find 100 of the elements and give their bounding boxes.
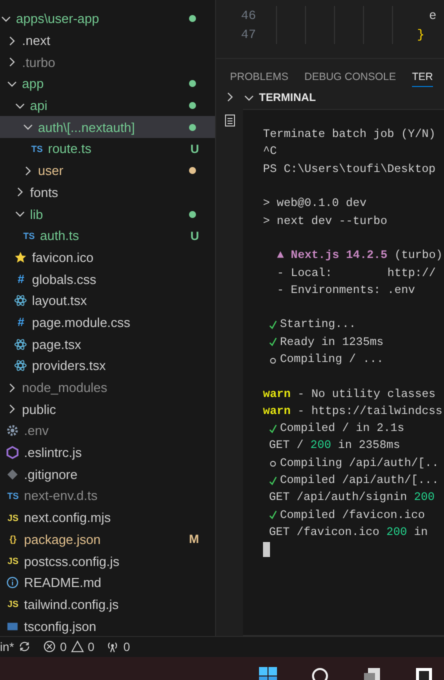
gear-icon [6, 424, 19, 438]
panel-tab[interactable]: PROBLEMS [230, 71, 288, 87]
git-status-letter: U [190, 228, 199, 243]
file-name: .turbo [22, 54, 56, 70]
tree-item[interactable]: tsconfig.json [0, 615, 215, 637]
tree-item[interactable]: TS auth.ts U [0, 224, 215, 247]
git-status-letter: U [190, 142, 199, 156]
panel-tab[interactable]: DEBUG CONSOLE [304, 71, 396, 87]
tree-item[interactable]: JS tailwind.config.js [0, 594, 215, 616]
file-name: .next [22, 33, 50, 48]
terminal-line: - Local: http:// [277, 266, 436, 280]
atom-icon [14, 294, 27, 308]
file-name: page.tsx [32, 336, 82, 352]
terminal-line: warn - https://tailwindcss [263, 404, 442, 418]
file-name: .eslintrc.js [24, 445, 82, 460]
file-name: tailwind.config.js [24, 596, 119, 612]
tree-item[interactable]: favicon.ico [0, 246, 215, 268]
file-name: layout.tsx [32, 293, 87, 308]
tree-item[interactable]: .gitignore [0, 463, 215, 486]
file-name: postcss.config.js [24, 554, 120, 569]
file-type-icon: # [14, 315, 28, 330]
panel-tab[interactable]: TER [412, 71, 433, 87]
star-icon [14, 250, 27, 264]
tree-item[interactable]: .eslintrc.js [0, 442, 215, 464]
terminal-line: Compiling / ... [280, 353, 384, 366]
branch-name[interactable]: in* [0, 640, 14, 654]
tree-item[interactable]: user [0, 160, 215, 182]
terminal-line: Compiled / in 2.1s [280, 422, 404, 436]
file-name: next.config.mjs [24, 510, 111, 526]
clipboard-icon[interactable] [224, 113, 236, 127]
file-name: node_modules [22, 380, 108, 396]
file-name: .env [24, 423, 49, 438]
terminal-line: Compiled /favicon.ico [280, 508, 425, 522]
tree-item[interactable]: README.md [0, 572, 215, 594]
file-name: app [22, 76, 44, 92]
file-name: lib [30, 206, 44, 222]
tree-item[interactable]: app [0, 73, 215, 95]
git-status-dot [189, 124, 196, 131]
tree-item[interactable]: {} package.json M [0, 528, 215, 550]
git-status-dot [189, 210, 196, 218]
file-name: route.ts [48, 141, 92, 156]
file-name: apps\user-app [16, 11, 100, 26]
tree-item[interactable]: apps\user-app [0, 8, 215, 30]
error-icon[interactable] [43, 640, 56, 654]
tree-item[interactable]: JS next.config.mjs [0, 506, 215, 528]
code-text: e [429, 8, 437, 22]
sync-icon[interactable] [18, 640, 32, 654]
terminal-title: TERMINAL [259, 92, 316, 104]
app-icon[interactable] [414, 666, 434, 680]
warning-count[interactable]: 0 [88, 640, 94, 654]
tree-item[interactable]: public [0, 398, 215, 420]
hexagon-icon [6, 446, 19, 460]
file-name: auth.ts [40, 228, 80, 244]
file-type-icon: TS [30, 144, 44, 154]
text-cursor [263, 542, 270, 558]
tree-item[interactable]: # page.module.css [0, 312, 215, 334]
file-name: public [22, 402, 56, 417]
tree-item[interactable]: TS route.ts U [0, 138, 215, 160]
search-icon[interactable] [310, 666, 330, 680]
atom-icon [14, 338, 27, 351]
git-status-dot [189, 15, 196, 22]
broadcast-icon[interactable] [106, 640, 120, 654]
tree-item[interactable]: fonts [0, 182, 215, 204]
terminal-line: PS C:\Users\toufi\Desktop [263, 162, 436, 176]
check-icon [269, 318, 277, 331]
file-type-icon: TS [6, 490, 20, 501]
tree-item[interactable]: lib [0, 203, 215, 225]
ports-count[interactable]: 0 [123, 640, 130, 654]
file-name: api [30, 98, 48, 114]
terminal-line: GET /api/auth/signin 200 [269, 491, 435, 504]
tree-item[interactable]: layout.tsx [0, 290, 215, 312]
tree-item[interactable]: .turbo [0, 51, 215, 74]
file-type-icon: JS [6, 599, 20, 610]
line-number: 46 [240, 8, 257, 22]
file-name: page.module.css [32, 314, 130, 330]
atom-icon [14, 359, 27, 372]
error-count[interactable]: 0 [60, 640, 67, 654]
tree-item[interactable]: # globals.css [0, 268, 215, 290]
check-icon [269, 509, 277, 522]
file-name: globals.css [32, 272, 96, 287]
tree-item[interactable]: JS postcss.config.js [0, 550, 215, 572]
windows-stack-icon[interactable] [362, 666, 382, 680]
file-name: user [38, 163, 64, 178]
tree-item[interactable]: .env [0, 420, 215, 442]
tree-item[interactable]: api [0, 94, 215, 116]
file-type-icon: JS [6, 556, 20, 566]
tree-item[interactable]: .next [0, 30, 215, 52]
terminal-line: Compiled /api/auth/[... [280, 474, 439, 488]
tree-item[interactable]: providers.tsx [0, 355, 215, 377]
file-type-icon: TS [22, 230, 36, 241]
tree-item[interactable]: auth\[...nextauth] [0, 116, 215, 138]
tree-item[interactable]: node_modules [0, 376, 215, 398]
tree-item[interactable]: TS next-env.d.ts [0, 485, 215, 507]
git-status-dot [189, 167, 196, 174]
file-name: favicon.ico [32, 250, 94, 265]
terminal-line: Compiling /api/auth/[.. [280, 456, 439, 470]
warning-icon[interactable] [70, 640, 84, 654]
tree-item[interactable]: page.tsx [0, 333, 215, 355]
terminal-line: ^C [263, 145, 277, 158]
windows-icon[interactable] [258, 666, 278, 680]
